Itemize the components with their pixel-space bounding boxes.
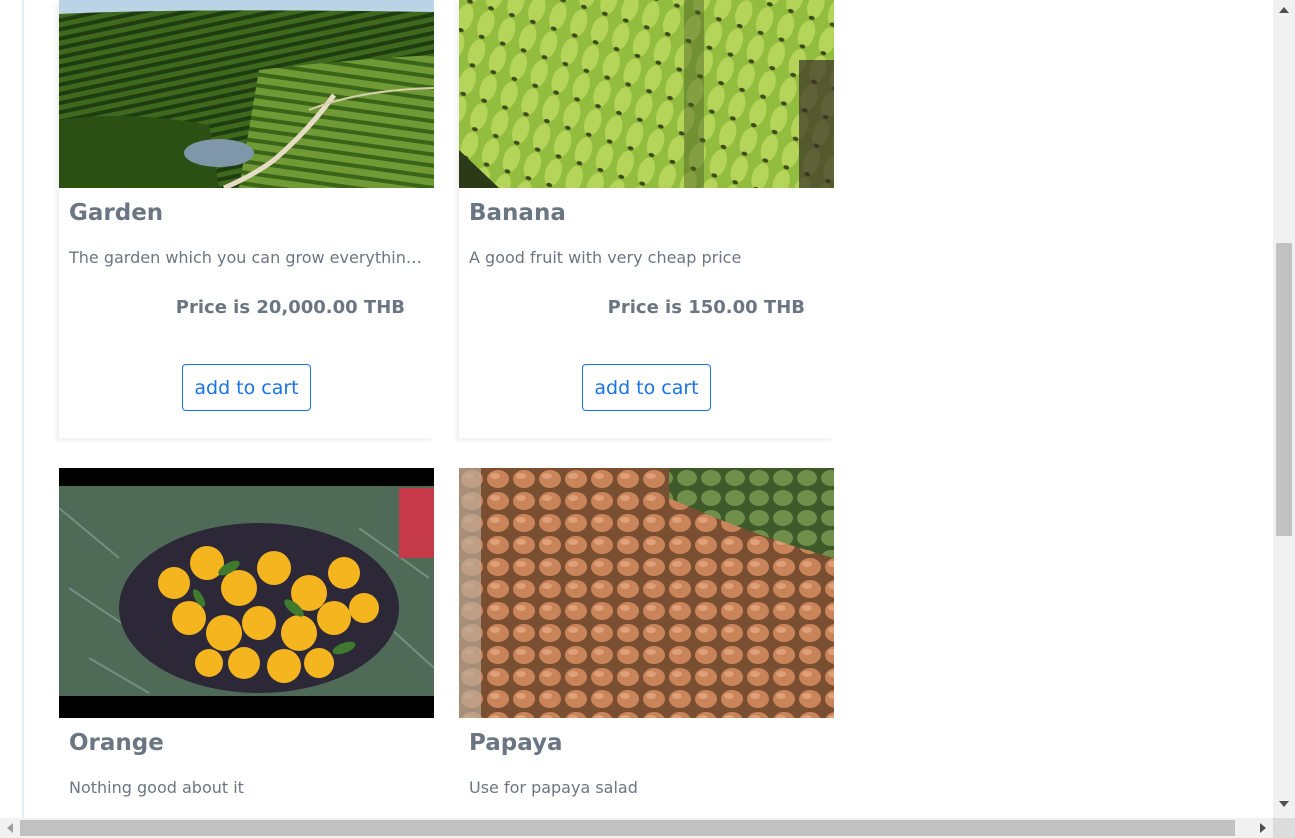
product-card-papaya: Papaya Use for papaya salad <box>459 468 834 818</box>
product-card-garden: Garden The garden which you can grow eve… <box>59 0 434 438</box>
scroll-right-arrow-icon[interactable] <box>1260 823 1266 833</box>
product-image-garden <box>59 0 434 188</box>
product-card-orange: Orange Nothing good about it <box>59 468 434 818</box>
add-to-cart-button[interactable]: add to cart <box>182 364 311 411</box>
product-image-banana <box>459 0 834 188</box>
product-description: Nothing good about it <box>69 778 244 797</box>
horizontal-scroll-thumb[interactable] <box>20 820 1235 836</box>
scrollbar-corner <box>1273 818 1295 838</box>
scroll-up-arrow-icon[interactable] <box>1279 7 1289 13</box>
product-title: Garden <box>69 200 164 226</box>
product-title: Orange <box>69 730 164 756</box>
horizontal-scrollbar[interactable] <box>0 818 1273 838</box>
product-price: Price is 150.00 THB <box>607 297 805 318</box>
product-title: Banana <box>469 200 566 226</box>
product-card-banana: Banana A good fruit with very cheap pric… <box>459 0 834 438</box>
product-description: Use for papaya salad <box>469 778 638 797</box>
product-description: The garden which you can grow everything… <box>69 248 424 267</box>
vertical-scrollbar[interactable] <box>1273 0 1295 818</box>
product-title: Papaya <box>469 730 563 756</box>
product-image-papaya <box>459 468 834 718</box>
product-list-page: Garden The garden which you can grow eve… <box>0 0 1273 818</box>
scroll-down-arrow-icon[interactable] <box>1279 801 1289 807</box>
container-left-border <box>22 0 24 818</box>
product-image-orange <box>59 468 434 718</box>
product-price: Price is 20,000.00 THB <box>175 297 405 318</box>
add-to-cart-button[interactable]: add to cart <box>582 364 711 411</box>
product-description: A good fruit with very cheap price <box>469 248 742 267</box>
scroll-left-arrow-icon[interactable] <box>7 823 13 833</box>
vertical-scroll-thumb[interactable] <box>1276 243 1292 536</box>
